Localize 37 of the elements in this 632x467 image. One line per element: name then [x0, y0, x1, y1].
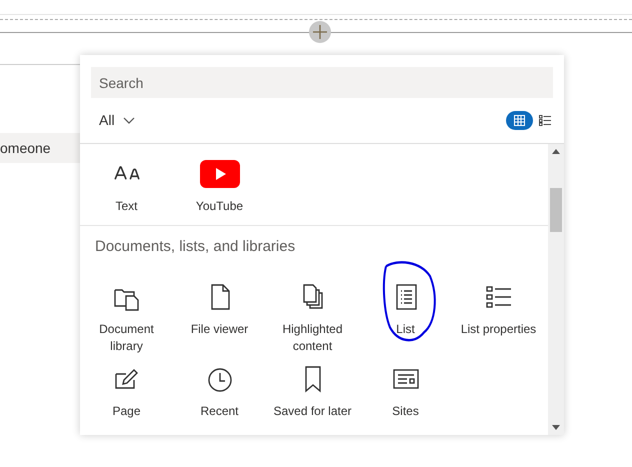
- search-field[interactable]: Search: [91, 67, 553, 98]
- web-part-tile[interactable]: Text: [80, 150, 173, 215]
- list-icon: [539, 115, 551, 126]
- scrollbar[interactable]: [548, 144, 564, 435]
- web-part-tile[interactable]: List: [359, 272, 452, 338]
- web-part-tile[interactable]: List properties: [452, 272, 545, 338]
- web-part-tile[interactable]: Sites: [359, 354, 452, 420]
- tile-label: Highlighted content: [281, 320, 344, 354]
- tile-label: Document library: [98, 320, 155, 354]
- tile-label: Sites: [391, 402, 420, 420]
- web-part-tile[interactable]: YouTube: [173, 150, 266, 215]
- play-icon: [198, 159, 240, 189]
- grid-icon: [514, 115, 525, 126]
- add-button[interactable]: [309, 21, 331, 43]
- filter-dropdown[interactable]: All: [91, 110, 143, 131]
- people-item[interactable]: omeone: [0, 133, 80, 163]
- tile-label: Text: [114, 198, 138, 215]
- web-part-tile[interactable]: Recent: [173, 354, 266, 420]
- grid-view-button[interactable]: [506, 111, 533, 130]
- tile-label: Page: [111, 402, 142, 420]
- web-part-tile[interactable]: Page: [80, 354, 173, 420]
- tile-label: File viewer: [190, 320, 250, 338]
- tile-label: List: [395, 320, 416, 338]
- tile-label: YouTube: [194, 198, 244, 215]
- web-part-tile[interactable]: Saved for later: [266, 354, 359, 420]
- web-part-tile[interactable]: File viewer: [173, 272, 266, 338]
- plus-icon: [313, 25, 327, 39]
- chevron-down-icon: [122, 116, 135, 124]
- tile-label: Recent: [199, 402, 240, 420]
- scrollbar-thumb[interactable]: [550, 188, 562, 232]
- web-part-tile[interactable]: Document library: [80, 272, 173, 354]
- tile-label: Saved for later: [272, 402, 353, 420]
- scroll-down-icon: [552, 425, 560, 430]
- tile-label: List properties: [460, 320, 538, 338]
- section-heading: Documents, lists, and libraries: [94, 237, 296, 257]
- web-part-tile[interactable]: Highlighted content: [266, 272, 359, 354]
- scroll-up-icon: [552, 149, 560, 154]
